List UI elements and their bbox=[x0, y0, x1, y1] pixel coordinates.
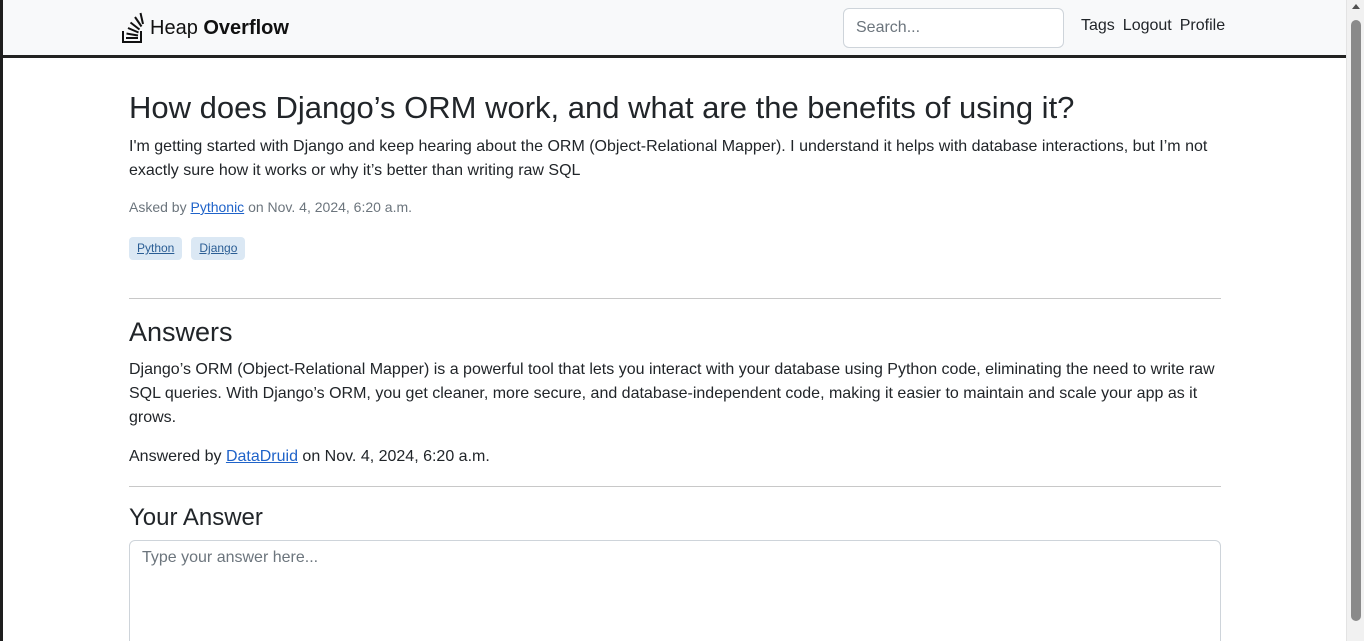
question-body: I'm getting started with Django and keep… bbox=[129, 138, 1208, 179]
answer-body: Django’s ORM (Object-Relational Mapper) … bbox=[129, 361, 1215, 426]
question-title: How does Django’s ORM work, and what are… bbox=[129, 90, 1075, 125]
vertical-scrollbar[interactable] bbox=[1346, 0, 1364, 641]
nav-links: Tags Logout Profile bbox=[1081, 17, 1225, 35]
divider bbox=[129, 486, 1221, 487]
scroll-up-arrow-icon[interactable] bbox=[1352, 4, 1360, 9]
answer-author-link[interactable]: DataDruid bbox=[226, 448, 298, 465]
divider bbox=[129, 298, 1221, 299]
scrollbar-thumb[interactable] bbox=[1351, 20, 1361, 621]
brand-logo-link[interactable]: Heap Overflow bbox=[120, 11, 289, 45]
question-meta: Asked by Pythonic on Nov. 4, 2024, 6:20 … bbox=[129, 199, 412, 215]
stack-logo-icon bbox=[122, 12, 144, 43]
tag-badge: Django bbox=[191, 237, 246, 260]
tag-link-django[interactable]: Django bbox=[199, 241, 237, 255]
your-answer-heading: Your Answer bbox=[129, 504, 263, 531]
question-tags: Python Django bbox=[129, 237, 246, 260]
answers-heading: Answers bbox=[129, 317, 233, 347]
asked-date: on Nov. 4, 2024, 6:20 a.m. bbox=[244, 199, 413, 215]
answer-meta: Answered by DataDruid on Nov. 4, 2024, 6… bbox=[129, 448, 490, 466]
answer-textarea[interactable] bbox=[129, 540, 1221, 641]
navbar: Heap Overflow Tags Logout Profile bbox=[3, 0, 1346, 58]
nav-link-profile[interactable]: Profile bbox=[1180, 17, 1225, 35]
answered-date: on Nov. 4, 2024, 6:20 a.m. bbox=[297, 448, 490, 465]
brand-name-light: Heap bbox=[150, 16, 204, 39]
nav-link-tags[interactable]: Tags bbox=[1081, 17, 1115, 35]
nav-link-logout[interactable]: Logout bbox=[1123, 17, 1172, 35]
tag-badge: Python bbox=[129, 237, 183, 260]
search-input[interactable] bbox=[843, 8, 1064, 48]
brand-name-bold: Overflow bbox=[203, 16, 289, 39]
answered-prefix: Answered by bbox=[129, 448, 226, 465]
question-author-link[interactable]: Pythonic bbox=[190, 199, 244, 215]
tag-link-python[interactable]: Python bbox=[137, 241, 174, 255]
brand-name: Heap Overflow bbox=[150, 17, 289, 40]
asked-prefix: Asked by bbox=[129, 199, 191, 215]
